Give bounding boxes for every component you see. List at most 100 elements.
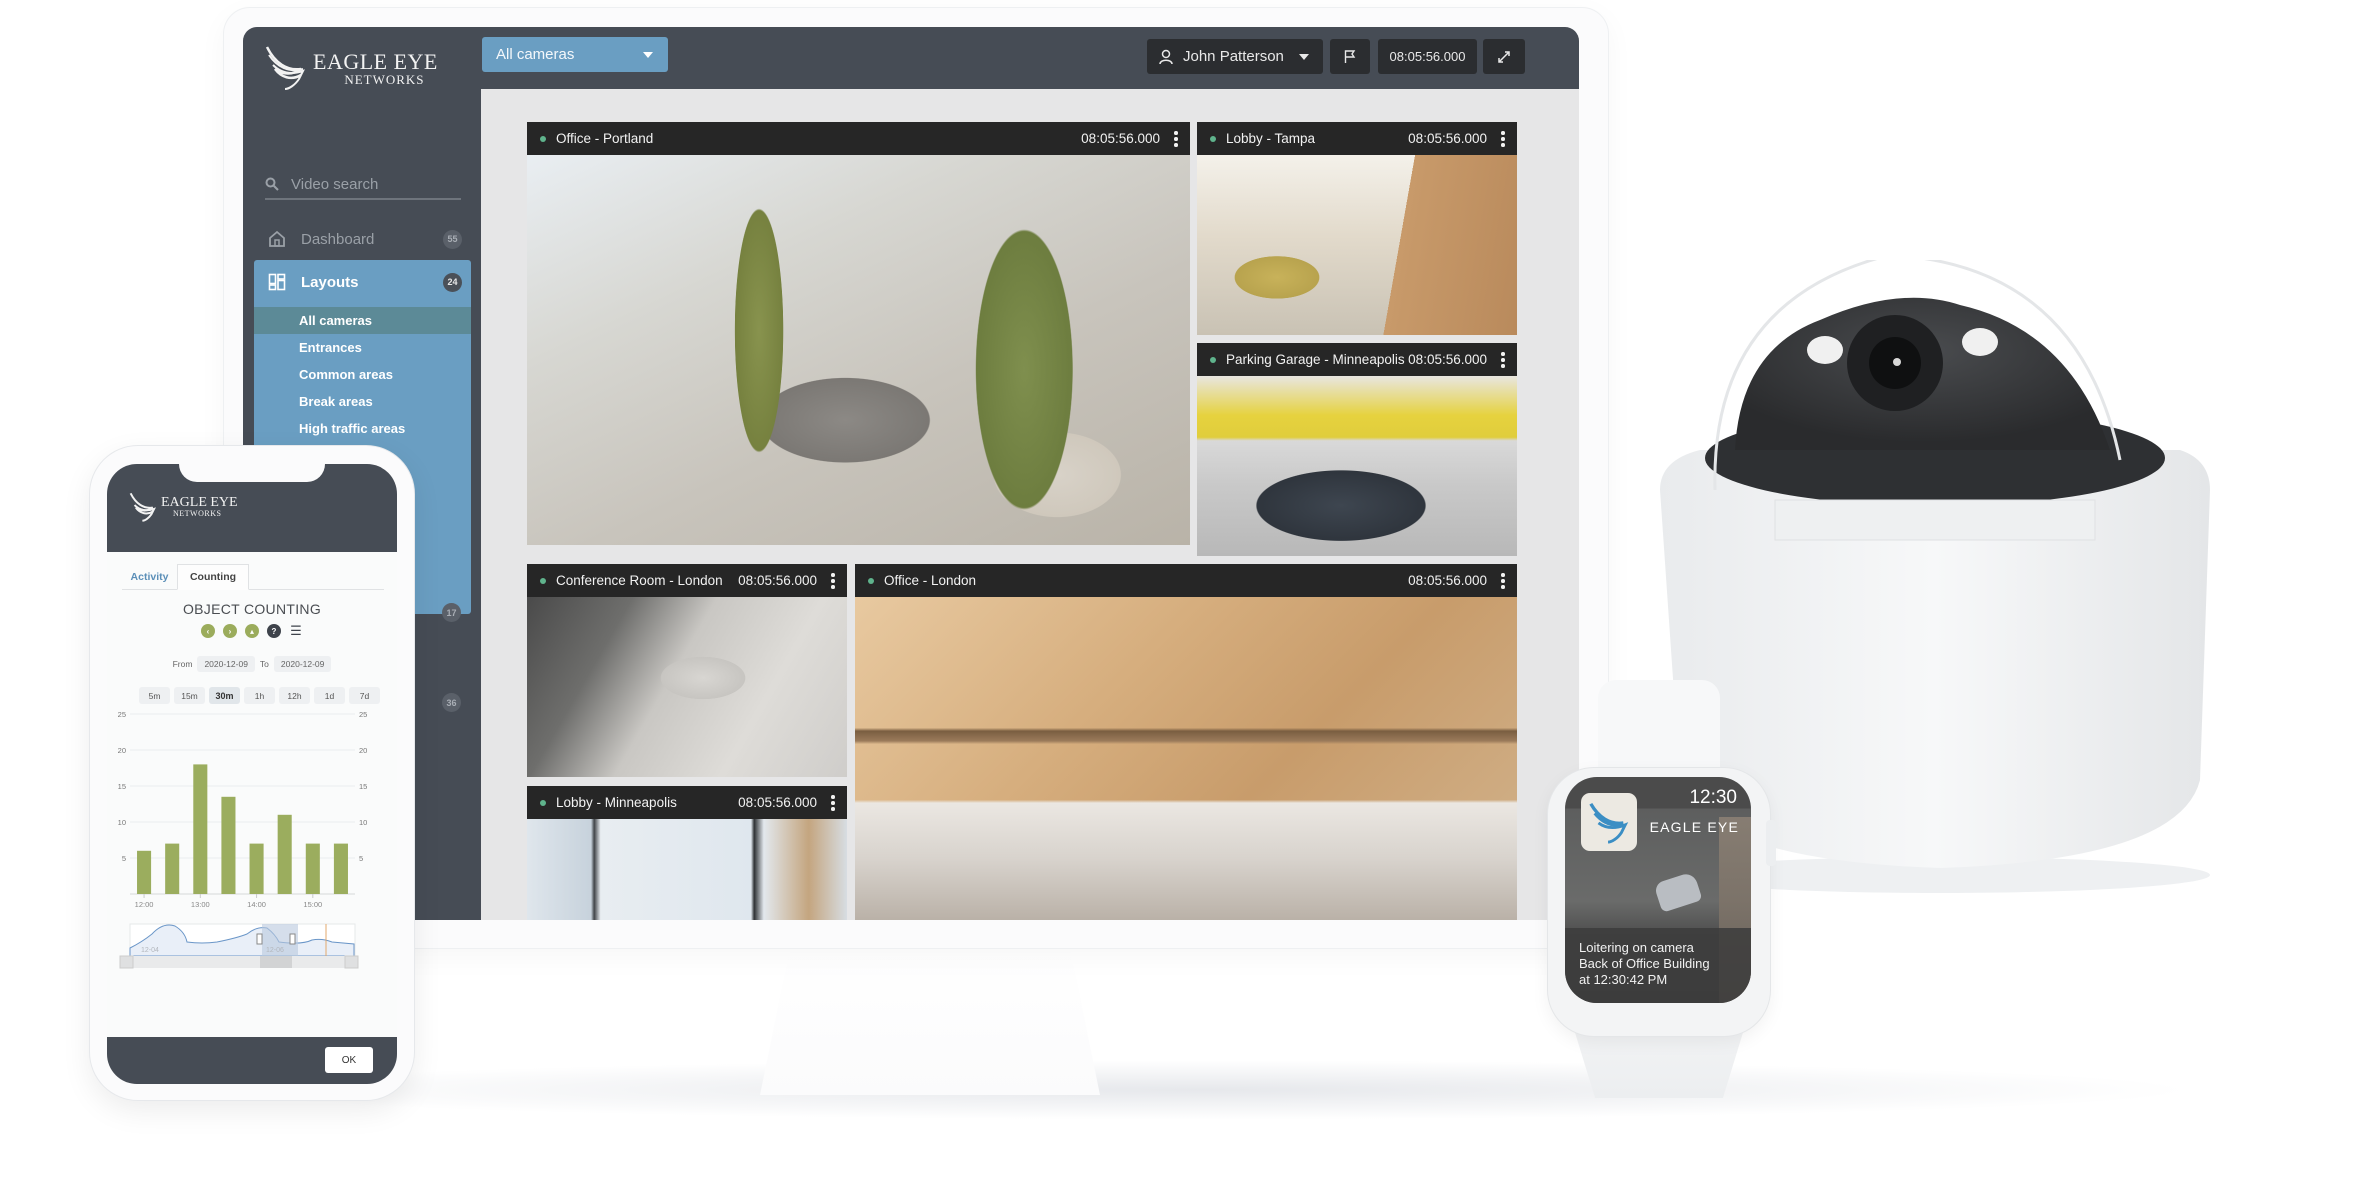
eagle-wing-icon bbox=[129, 492, 157, 522]
from-label: From bbox=[172, 659, 193, 669]
layout-all-cameras[interactable]: All cameras bbox=[254, 307, 471, 334]
current-time-display[interactable]: 08:05:56.000 bbox=[1378, 39, 1477, 74]
search-placeholder: Video search bbox=[291, 175, 379, 193]
camera-bracket bbox=[1774, 499, 2096, 541]
eagle-wing-icon bbox=[265, 46, 305, 90]
menu-icon[interactable]: ☰ bbox=[289, 623, 303, 638]
eagle-eye-logo[interactable]: EAGLE EYE NETWORKS bbox=[265, 45, 438, 91]
camera-timestamp: 08:05:56.000 bbox=[1408, 131, 1487, 146]
dashboard-count-badge: 55 bbox=[443, 229, 462, 249]
sidebar-item-dashboard[interactable]: Dashboard 55 bbox=[254, 217, 471, 261]
camera-tile[interactable]: Conference Room - London 08:05:56.000 bbox=[527, 564, 847, 777]
bar-14:30[interactable] bbox=[277, 814, 292, 894]
camera-tile[interactable]: Parking Garage - Minneapolis 08:05:56.00… bbox=[1197, 343, 1517, 556]
camera-tile[interactable]: Office - London 08:05:56.000 bbox=[855, 564, 1517, 920]
caret-down-icon bbox=[1299, 54, 1309, 60]
camera-video-feed[interactable] bbox=[1197, 376, 1517, 556]
camera-timestamp: 08:05:56.000 bbox=[738, 573, 817, 588]
flag-button[interactable] bbox=[1330, 39, 1370, 74]
bar-13:00[interactable] bbox=[193, 764, 208, 894]
chevron-right-icon[interactable]: › bbox=[223, 624, 237, 638]
help-icon[interactable]: ? bbox=[267, 624, 281, 638]
y-tick-label-right: 10 bbox=[359, 818, 367, 827]
navigator-label: 12-06 bbox=[266, 947, 284, 954]
sidebar-item-layouts[interactable]: Layouts 24 bbox=[254, 260, 471, 304]
y-tick-label-right: 5 bbox=[359, 854, 363, 863]
layout-high-traffic-areas[interactable]: High traffic areas bbox=[254, 415, 471, 442]
caret-down-icon bbox=[643, 52, 653, 58]
home-icon bbox=[269, 230, 285, 247]
navigator-scrollbar bbox=[120, 956, 358, 968]
watch-crown[interactable] bbox=[1766, 820, 1776, 866]
more-options-icon[interactable] bbox=[1174, 131, 1178, 147]
layout-break-areas[interactable]: Break areas bbox=[254, 388, 471, 415]
x-tick-label: 14:00 bbox=[247, 900, 266, 909]
video-search-input[interactable]: Video search bbox=[265, 170, 461, 200]
bar-15:00[interactable] bbox=[305, 843, 320, 894]
more-options-icon[interactable] bbox=[1501, 573, 1505, 589]
bar-14:00[interactable] bbox=[249, 843, 264, 894]
camera-grid: Office - Portland 08:05:56.000 Lobby - T… bbox=[481, 89, 1579, 920]
bar-12:30[interactable] bbox=[165, 843, 180, 894]
navigator-label: 12-04 bbox=[141, 947, 159, 954]
date-range-row: From 2020-12-09 To 2020-12-09 bbox=[107, 656, 397, 672]
camera-timestamp: 08:05:56.000 bbox=[1408, 352, 1487, 367]
ir-led-right bbox=[1962, 328, 1998, 356]
live-status-dot bbox=[1210, 356, 1216, 363]
scrollbar-thumb bbox=[260, 956, 292, 968]
camera-video-feed[interactable] bbox=[855, 597, 1517, 920]
layout-common-areas[interactable]: Common areas bbox=[254, 361, 471, 388]
brand-subname: NETWORKS bbox=[173, 509, 222, 518]
user-menu-button[interactable]: John Patterson bbox=[1147, 39, 1323, 74]
live-status-dot bbox=[540, 135, 546, 142]
ok-button[interactable]: OK bbox=[325, 1047, 373, 1073]
user-icon bbox=[1159, 49, 1173, 64]
bar-12:00[interactable] bbox=[137, 850, 152, 894]
scroll-right-button bbox=[344, 955, 359, 969]
from-date-input[interactable]: 2020-12-09 bbox=[197, 656, 255, 672]
sidebar-count-badge: 36 bbox=[442, 693, 461, 712]
search-icon bbox=[265, 177, 279, 191]
camera-name: Conference Room - London bbox=[556, 573, 723, 588]
fullscreen-button[interactable] bbox=[1483, 39, 1525, 74]
camera-tile-header: Office - London 08:05:56.000 bbox=[855, 564, 1517, 597]
eject-icon[interactable]: ▴ bbox=[245, 624, 259, 638]
tab-activity[interactable]: Activity bbox=[122, 564, 177, 590]
camera-video-feed[interactable] bbox=[1197, 155, 1517, 335]
layout-entrances[interactable]: Entrances bbox=[254, 334, 471, 361]
x-tick-label: 15:00 bbox=[303, 900, 322, 909]
layouts-count-badge: 24 bbox=[443, 272, 462, 292]
watch-notification-message[interactable]: Loitering on camera Back of Office Build… bbox=[1565, 928, 1751, 1003]
camera-video-feed[interactable] bbox=[527, 819, 847, 920]
y-tick-label-left: 25 bbox=[118, 710, 126, 719]
more-options-icon[interactable] bbox=[831, 573, 835, 589]
sidebar-item-label: Dashboard bbox=[301, 230, 375, 248]
more-options-icon[interactable] bbox=[1501, 131, 1505, 147]
camera-tile[interactable]: Lobby - Tampa 08:05:56.000 bbox=[1197, 122, 1517, 335]
camera-tile[interactable]: Lobby - Minneapolis 08:05:56.000 bbox=[527, 786, 847, 920]
eagle-eye-app-icon[interactable] bbox=[1581, 793, 1637, 851]
watch-band-top bbox=[1598, 680, 1720, 780]
camera-layout-select[interactable]: All cameras bbox=[482, 37, 668, 72]
brand-name: EAGLE EYE bbox=[313, 48, 438, 74]
x-tick-label: 13:00 bbox=[191, 900, 210, 909]
x-tick-label: 12:00 bbox=[135, 900, 154, 909]
bar-15:30[interactable] bbox=[333, 843, 348, 894]
camera-video-feed[interactable] bbox=[527, 155, 1190, 545]
flag-icon bbox=[1344, 49, 1356, 63]
camera-tile[interactable]: Office - Portland 08:05:56.000 bbox=[527, 122, 1190, 545]
camera-tile-header: Parking Garage - Minneapolis 08:05:56.00… bbox=[1197, 343, 1517, 376]
more-options-icon[interactable] bbox=[1501, 352, 1505, 368]
scroll-left-button bbox=[119, 955, 134, 969]
camera-video-feed[interactable] bbox=[527, 597, 847, 777]
live-status-dot bbox=[540, 799, 546, 806]
chevron-left-icon[interactable]: ‹ bbox=[201, 624, 215, 638]
tab-counting[interactable]: Counting bbox=[177, 564, 249, 590]
eagle-eye-logo: EAGLE EYE NETWORKS bbox=[129, 492, 238, 522]
watch-snapshot-car bbox=[1653, 871, 1703, 913]
bar-13:30[interactable] bbox=[221, 796, 236, 894]
chart-navigator[interactable]: 12-04 12-06 bbox=[119, 923, 359, 969]
more-options-icon[interactable] bbox=[831, 795, 835, 811]
y-tick-label-right: 20 bbox=[359, 746, 367, 755]
to-date-input[interactable]: 2020-12-09 bbox=[273, 656, 332, 672]
